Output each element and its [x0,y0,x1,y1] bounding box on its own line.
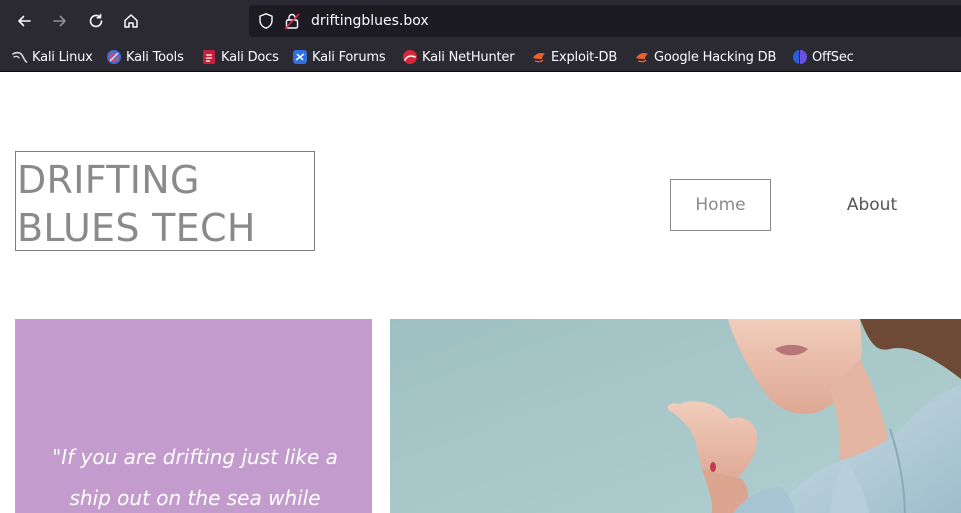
bookmark-google-hacking-db[interactable]: Google Hacking DB [634,48,776,66]
kali-forums-icon [293,50,307,64]
bookmark-kali-docs[interactable]: Kali Docs [201,48,279,66]
address-bar[interactable]: driftingblues.box [249,5,961,37]
insecure-lock-icon[interactable] [284,12,300,30]
bookmark-kali-tools[interactable]: Kali Tools [106,48,184,66]
bookmarks-toolbar: Kali Linux Kali Tools Kali Docs Kali For… [0,42,961,72]
forward-button[interactable] [47,8,73,34]
logo-text: DRIFTING BLUES TECH [17,156,315,252]
reload-icon [89,13,103,28]
home-button[interactable] [118,8,144,34]
kali-docs-icon [203,50,215,64]
kali-nethunter-icon [403,50,417,64]
back-button[interactable] [11,8,37,34]
nav-about-link[interactable]: About [830,179,914,231]
nav-home-link[interactable]: Home [670,179,771,231]
bookmark-kali-forums[interactable]: Kali Forums [292,48,386,66]
arrow-left-icon [18,15,31,27]
url-text[interactable]: driftingblues.box [311,12,429,30]
bookmark-exploit-db[interactable]: Exploit-DB [531,48,617,66]
web-page: DRIFTING BLUES TECH Home About "If you a… [0,73,961,513]
reload-button[interactable] [83,8,109,34]
kali-dragon-icon [12,51,28,63]
quote-text: "If you are drifting just like a ship ou… [52,445,338,510]
bookmark-kali-linux[interactable]: Kali Linux [12,48,93,66]
google-hacking-db-icon [636,53,648,63]
kali-tools-icon [107,50,121,64]
bookmark-offsec[interactable]: OffSec [792,48,854,66]
home-icon [124,14,138,28]
exploit-db-icon [533,53,545,63]
arrow-right-icon [53,15,66,27]
woman-pointing-photo [390,319,961,513]
quote-panel: "If you are drifting just like a ship ou… [15,319,372,513]
logo-line-2: BLUES TECH [17,206,256,250]
bookmark-kali-nethunter[interactable]: Kali NetHunter [402,48,515,66]
site-logo[interactable]: DRIFTING BLUES TECH [15,151,315,251]
tracking-protection-shield-icon[interactable] [257,12,275,30]
offsec-icon [793,50,807,64]
browser-toolbar: driftingblues.box [0,0,961,42]
hero-image [390,319,961,513]
logo-line-1: DRIFTING [17,158,200,202]
